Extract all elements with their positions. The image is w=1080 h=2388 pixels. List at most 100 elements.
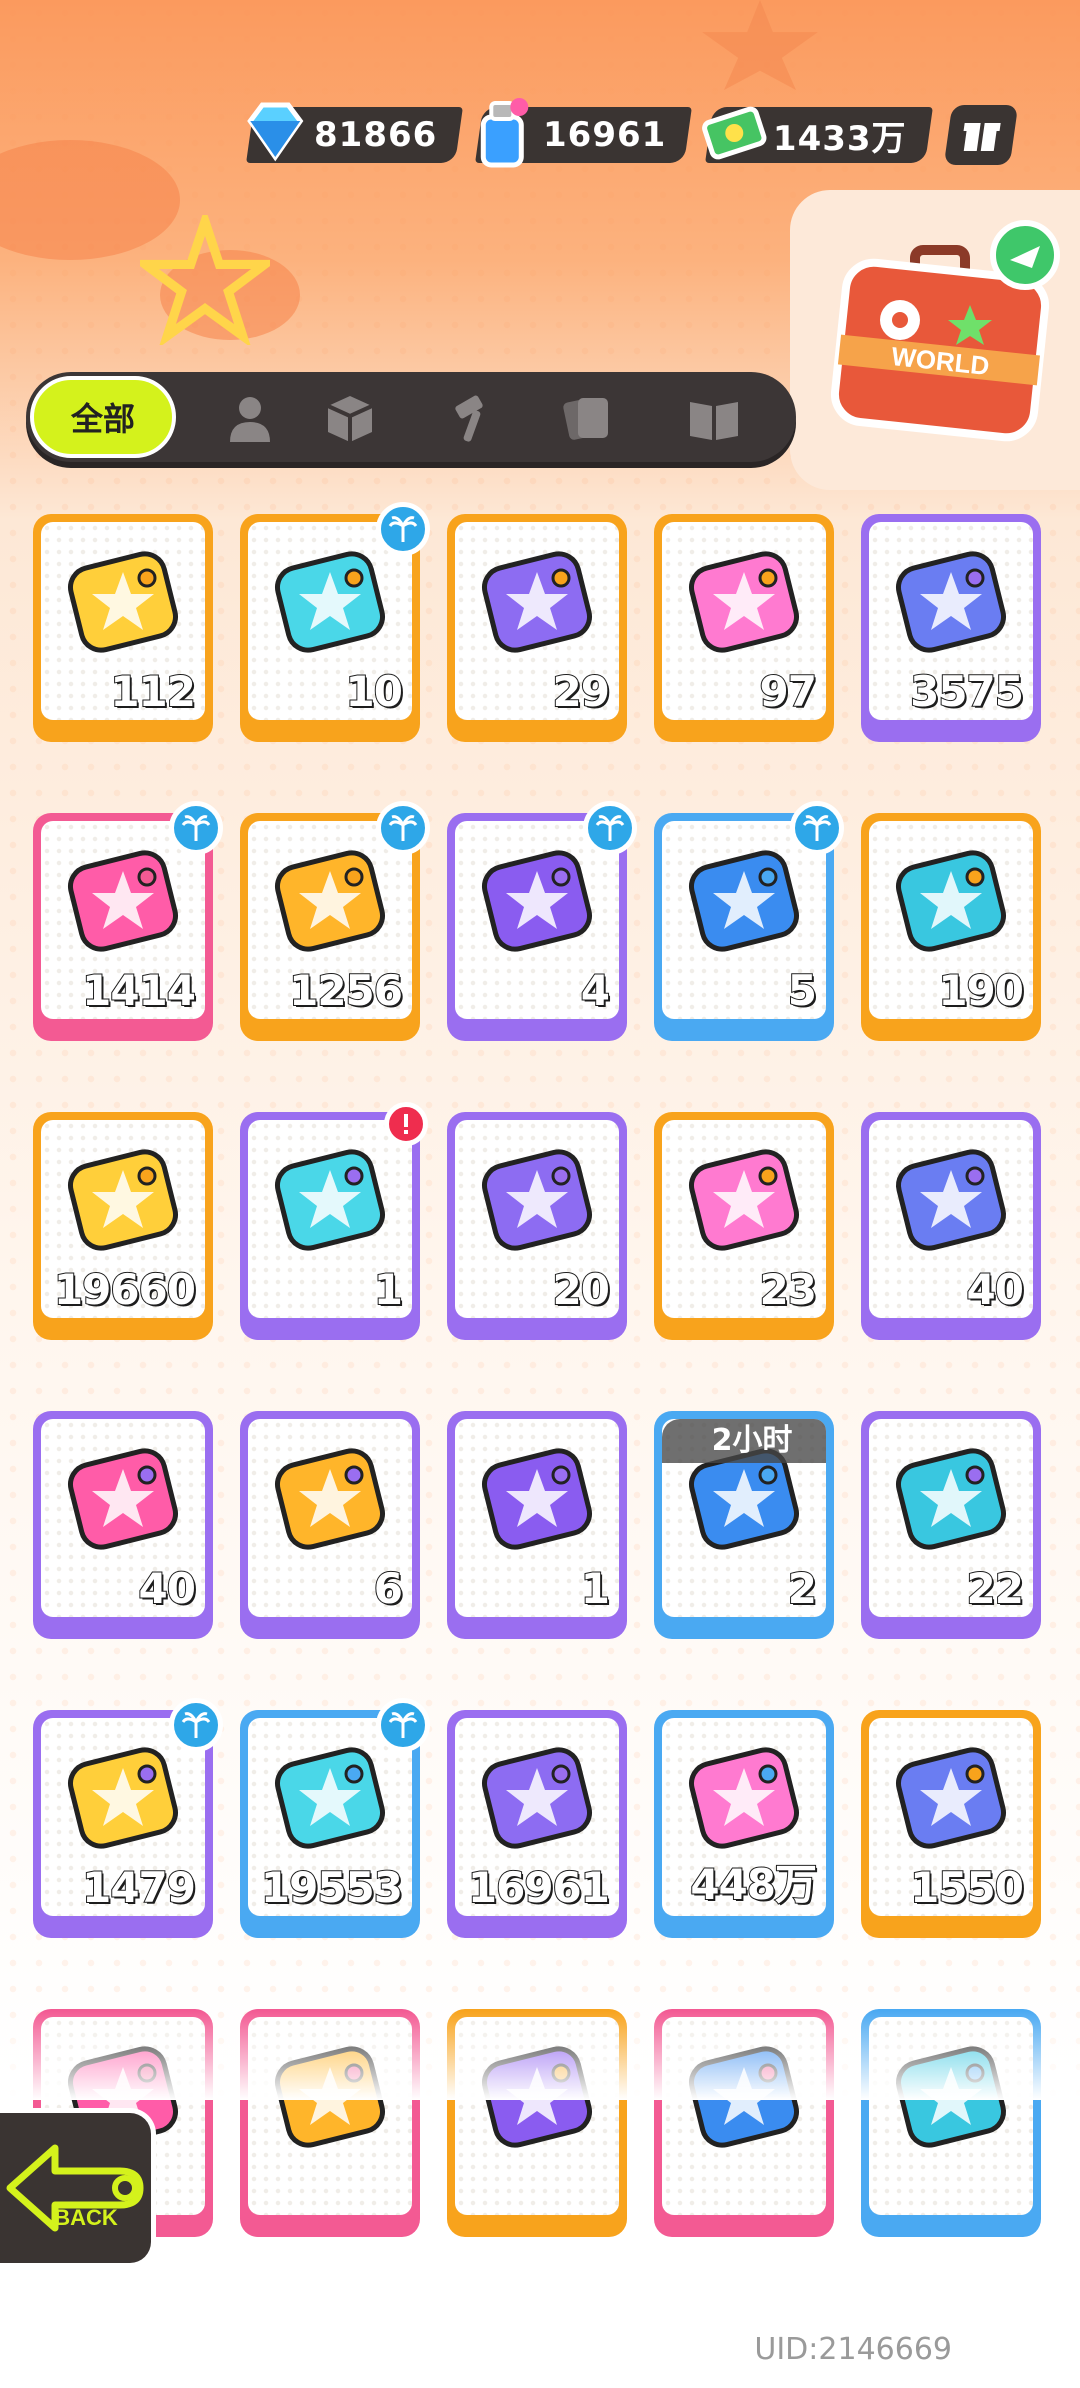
item-count: 448万	[689, 1859, 818, 1910]
item-card[interactable]: 22	[861, 1411, 1041, 1639]
cash-count: 1433万	[772, 118, 907, 159]
item-count: 40	[138, 1563, 197, 1614]
item-count: 1414	[81, 965, 197, 1016]
pink-spray-can-icon	[482, 1747, 592, 1849]
item-card[interactable]: 1479	[33, 1698, 223, 1938]
back-label: BACK	[54, 2205, 118, 2230]
item-card[interactable]: 6	[240, 1411, 420, 1639]
item-count: 1256	[288, 965, 404, 1016]
item-card-body: 1	[248, 1120, 412, 1318]
item-card-body: 16961	[455, 1718, 619, 1916]
item-card[interactable]: 40	[861, 1112, 1041, 1340]
back-button[interactable]: BACK	[0, 2108, 156, 2268]
diamond-count: 81866	[314, 115, 438, 155]
currency-bar: 81866 16961 1433万	[246, 98, 1019, 170]
item-card[interactable]: 5	[654, 801, 844, 1041]
cards-icon[interactable]	[560, 390, 616, 446]
item-count: 23	[759, 1264, 818, 1315]
pink-crayon-icon	[68, 850, 178, 952]
rainbow-star-icon	[689, 551, 799, 653]
box-icon[interactable]	[322, 390, 378, 446]
green-drink-icon	[896, 1448, 1006, 1550]
item-card-body: 1550	[869, 1718, 1033, 1916]
item-card-body: 190	[869, 821, 1033, 1019]
item-card-body: 22	[869, 1419, 1033, 1617]
world-panel[interactable]: WORLD	[790, 190, 1080, 490]
item-count: 97	[759, 666, 818, 717]
item-count: 19660	[53, 1264, 197, 1315]
item-card[interactable]: 3575	[861, 514, 1041, 742]
item-card-body: 19660	[41, 1120, 205, 1318]
item-card[interactable]: 448万	[654, 1710, 834, 1938]
item-card[interactable]: 16961	[447, 1710, 627, 1938]
item-card[interactable]: 10	[240, 502, 430, 742]
item-card-body: 29	[455, 522, 619, 720]
item-card-body: 3575	[869, 522, 1033, 720]
item-card-body: 20	[455, 1120, 619, 1318]
palm-badge-icon	[169, 1698, 223, 1752]
item-count: 19553	[260, 1862, 404, 1913]
star-ticket-icon	[68, 551, 178, 653]
item-card-body: 40	[869, 1120, 1033, 1318]
piranha-bubble-icon	[482, 1448, 592, 1550]
item-card-body: 6	[248, 1419, 412, 1617]
gift-button[interactable]	[944, 105, 1019, 165]
item-card[interactable]: 1550	[861, 1710, 1041, 1938]
yellow-crayon-icon	[275, 850, 385, 952]
item-card-body: 448万	[662, 1718, 826, 1916]
star-decoration-icon	[140, 215, 270, 345]
rainbow-tube-icon	[689, 1747, 799, 1849]
user-id: UID:2146669	[754, 2332, 952, 2367]
item-count: 1	[373, 1264, 404, 1315]
item-count: 5	[787, 965, 818, 1016]
item-card[interactable]: 20	[447, 1112, 627, 1340]
item-card[interactable]: 29	[447, 514, 627, 742]
item-card[interactable]: 4	[447, 801, 637, 1041]
item-card[interactable]: 112	[33, 514, 213, 742]
item-card[interactable]: 1256	[240, 801, 430, 1041]
item-card-body: 97	[662, 522, 826, 720]
cash-counter[interactable]: 1433万	[701, 106, 933, 163]
item-count: 1479	[81, 1862, 197, 1913]
item-count: 3575	[909, 666, 1025, 717]
diamond-counter[interactable]: 81866	[246, 102, 464, 163]
item-count: 1550	[909, 1862, 1025, 1913]
hammer-icon[interactable]	[446, 390, 502, 446]
category-tabs: 全部	[26, 372, 796, 462]
item-card-body: 112	[41, 522, 205, 720]
spray-can-counter[interactable]: 16961	[475, 98, 693, 168]
book-icon[interactable]	[686, 390, 742, 446]
travel-card-stack-icon	[68, 1448, 178, 1550]
blue-crayon-icon	[689, 850, 799, 952]
tab-all[interactable]: 全部	[30, 376, 176, 458]
item-card[interactable]: 23	[654, 1112, 834, 1340]
alert-badge-icon	[384, 1102, 428, 1146]
item-count: 20	[552, 1264, 611, 1315]
item-card[interactable]: 40	[33, 1411, 213, 1639]
item-card[interactable]: 2小时 2	[654, 1411, 834, 1639]
item-count: 22	[966, 1563, 1025, 1614]
item-card[interactable]: 1414	[33, 801, 223, 1041]
cash-icon	[701, 106, 767, 160]
item-count: 16961	[467, 1862, 611, 1913]
purple-star-icon	[896, 551, 1006, 653]
item-card[interactable]: 19553	[240, 1698, 430, 1938]
palm-badge-icon	[169, 801, 223, 855]
item-card[interactable]: 1	[240, 1102, 428, 1340]
spray-can-icon	[481, 98, 529, 168]
person-icon[interactable]	[222, 390, 278, 446]
item-count: 2	[787, 1563, 818, 1614]
item-count: 112	[109, 666, 197, 717]
purple-deity-icon	[896, 1149, 1006, 1251]
item-card[interactable]: 190	[861, 813, 1041, 1041]
mystery-egg-icon	[482, 1149, 592, 1251]
list-fade	[0, 2010, 1080, 2100]
purple-ticket-icon	[482, 551, 592, 653]
world-suitcase-icon: WORLD	[830, 220, 1060, 442]
item-card[interactable]: 1	[447, 1411, 627, 1639]
item-count: 4	[580, 965, 611, 1016]
item-card[interactable]: 19660	[33, 1112, 213, 1340]
item-count: 29	[552, 666, 611, 717]
item-timer: 2小时	[662, 1419, 826, 1463]
item-card[interactable]: 97	[654, 514, 834, 742]
